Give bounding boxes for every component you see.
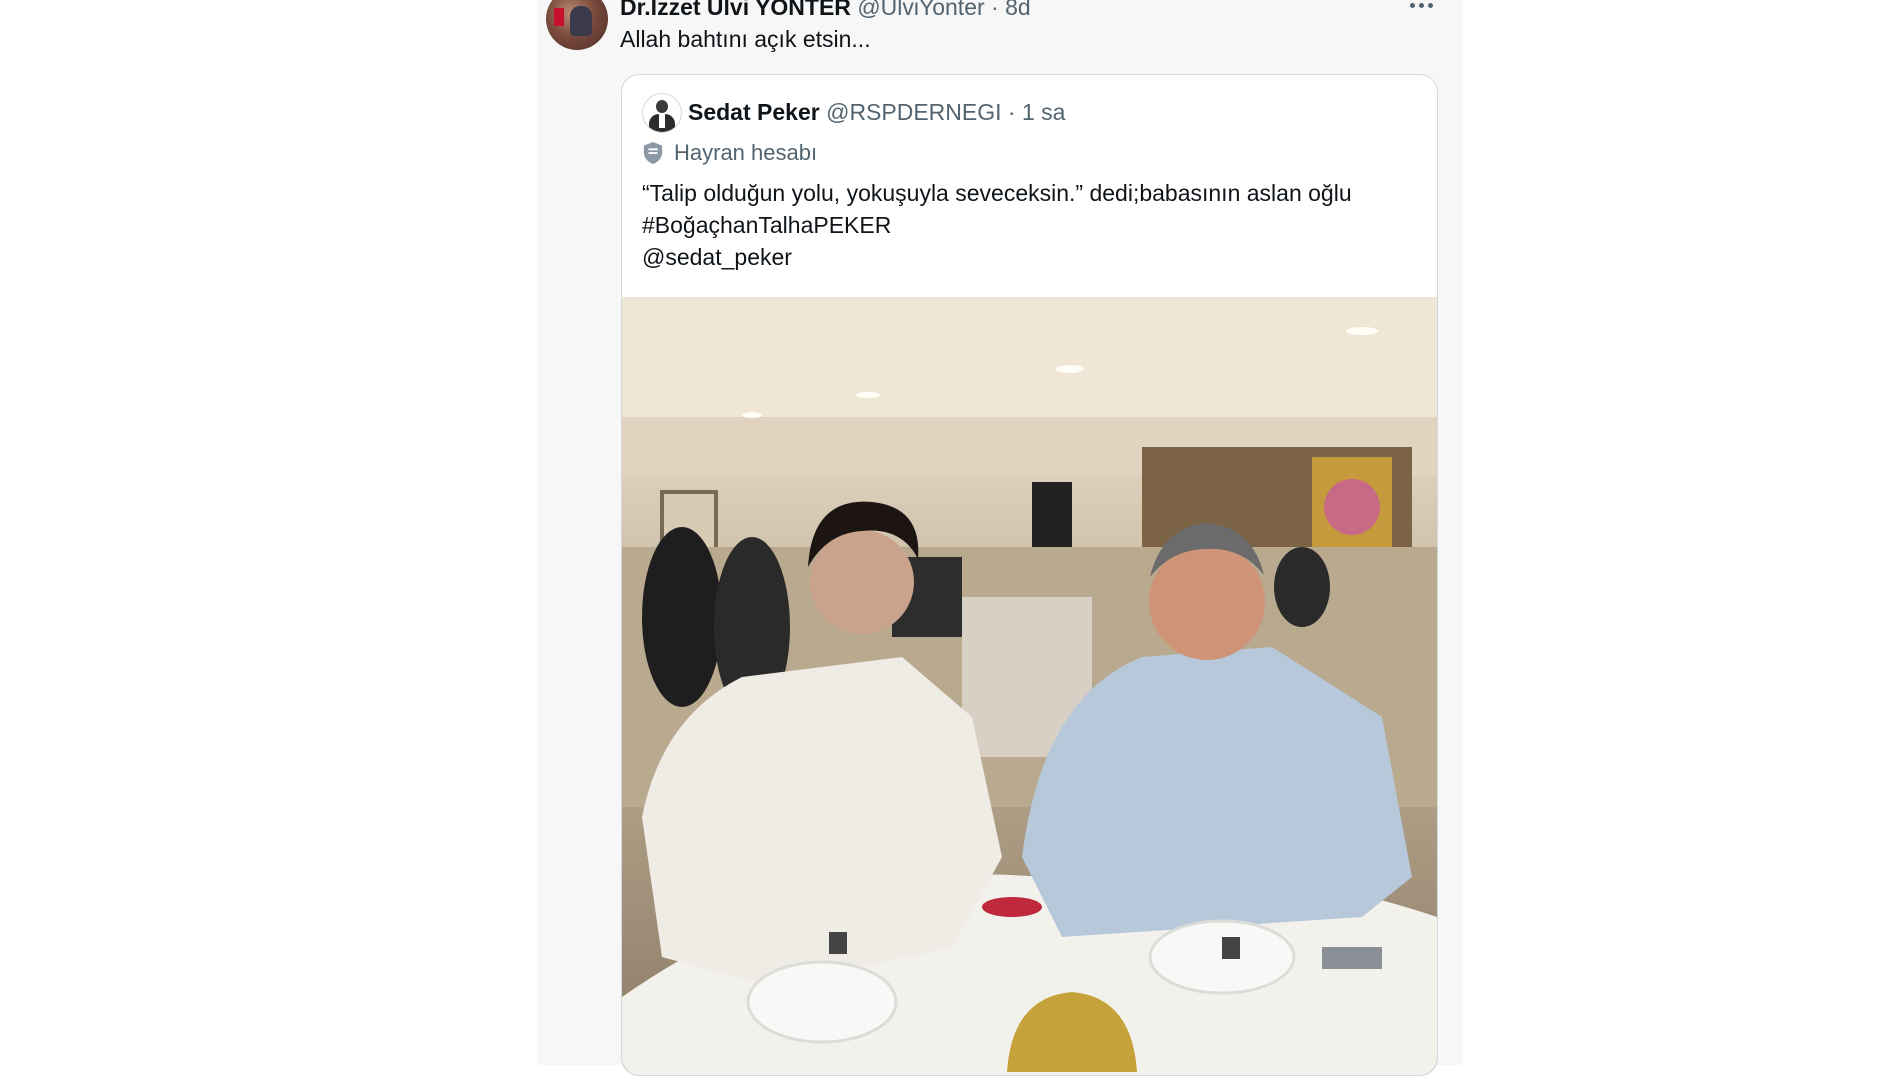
quoted-post-photo[interactable] xyxy=(622,297,1437,1075)
dot xyxy=(1428,2,1433,8)
avatar-head xyxy=(656,100,668,113)
quote-author-avatar[interactable] xyxy=(642,93,682,133)
shield-icon xyxy=(643,142,663,164)
author-name[interactable]: Dr.İzzet Ulvi YÖNTER xyxy=(620,0,851,20)
fan-account-label: Hayran hesabı xyxy=(674,140,818,165)
author-handle[interactable]: @UlviYonter xyxy=(857,0,984,20)
quoted-post-card[interactable]: Sedat Peker @RSPDERNEGI · 1 sa Hayran he… xyxy=(621,74,1438,1076)
post-text: Allah bahtını açık etsin... xyxy=(620,26,871,52)
meta-separator: · xyxy=(991,0,999,20)
quote-author-handle[interactable]: @RSPDERNEGI xyxy=(826,99,1001,125)
avatar-shirt xyxy=(659,114,665,128)
post-time[interactable]: 8d xyxy=(1005,0,1031,20)
quote-meta-separator: · xyxy=(1007,99,1016,125)
post-header: Dr.İzzet Ulvi YÖNTER @UlviYonter · 8d xyxy=(620,0,1031,20)
fan-account-row: Hayran hesabı xyxy=(642,137,817,169)
dot xyxy=(1419,2,1424,8)
photo-restaurant-scene xyxy=(622,297,1437,1075)
quote-header: Sedat Peker @RSPDERNEGI · 1 sa xyxy=(688,95,1065,129)
page-background xyxy=(0,0,538,1065)
quote-text: “Talip olduğun yolu, yokuşuyla seveceksi… xyxy=(642,177,1422,273)
person-graphic xyxy=(570,6,592,36)
quote-author-name[interactable]: Sedat Peker xyxy=(688,99,820,125)
hashtag-link[interactable]: #BoğaçhanTalhaPEKER xyxy=(642,209,1422,241)
flag-graphic xyxy=(554,8,564,26)
dot xyxy=(1410,2,1415,8)
more-icon[interactable] xyxy=(1410,0,1436,10)
quote-text-line: “Talip olduğun yolu, yokuşuyla seveceksi… xyxy=(642,180,1352,206)
quote-time[interactable]: 1 sa xyxy=(1022,99,1065,125)
mention-link[interactable]: @sedat_peker xyxy=(642,241,1422,273)
